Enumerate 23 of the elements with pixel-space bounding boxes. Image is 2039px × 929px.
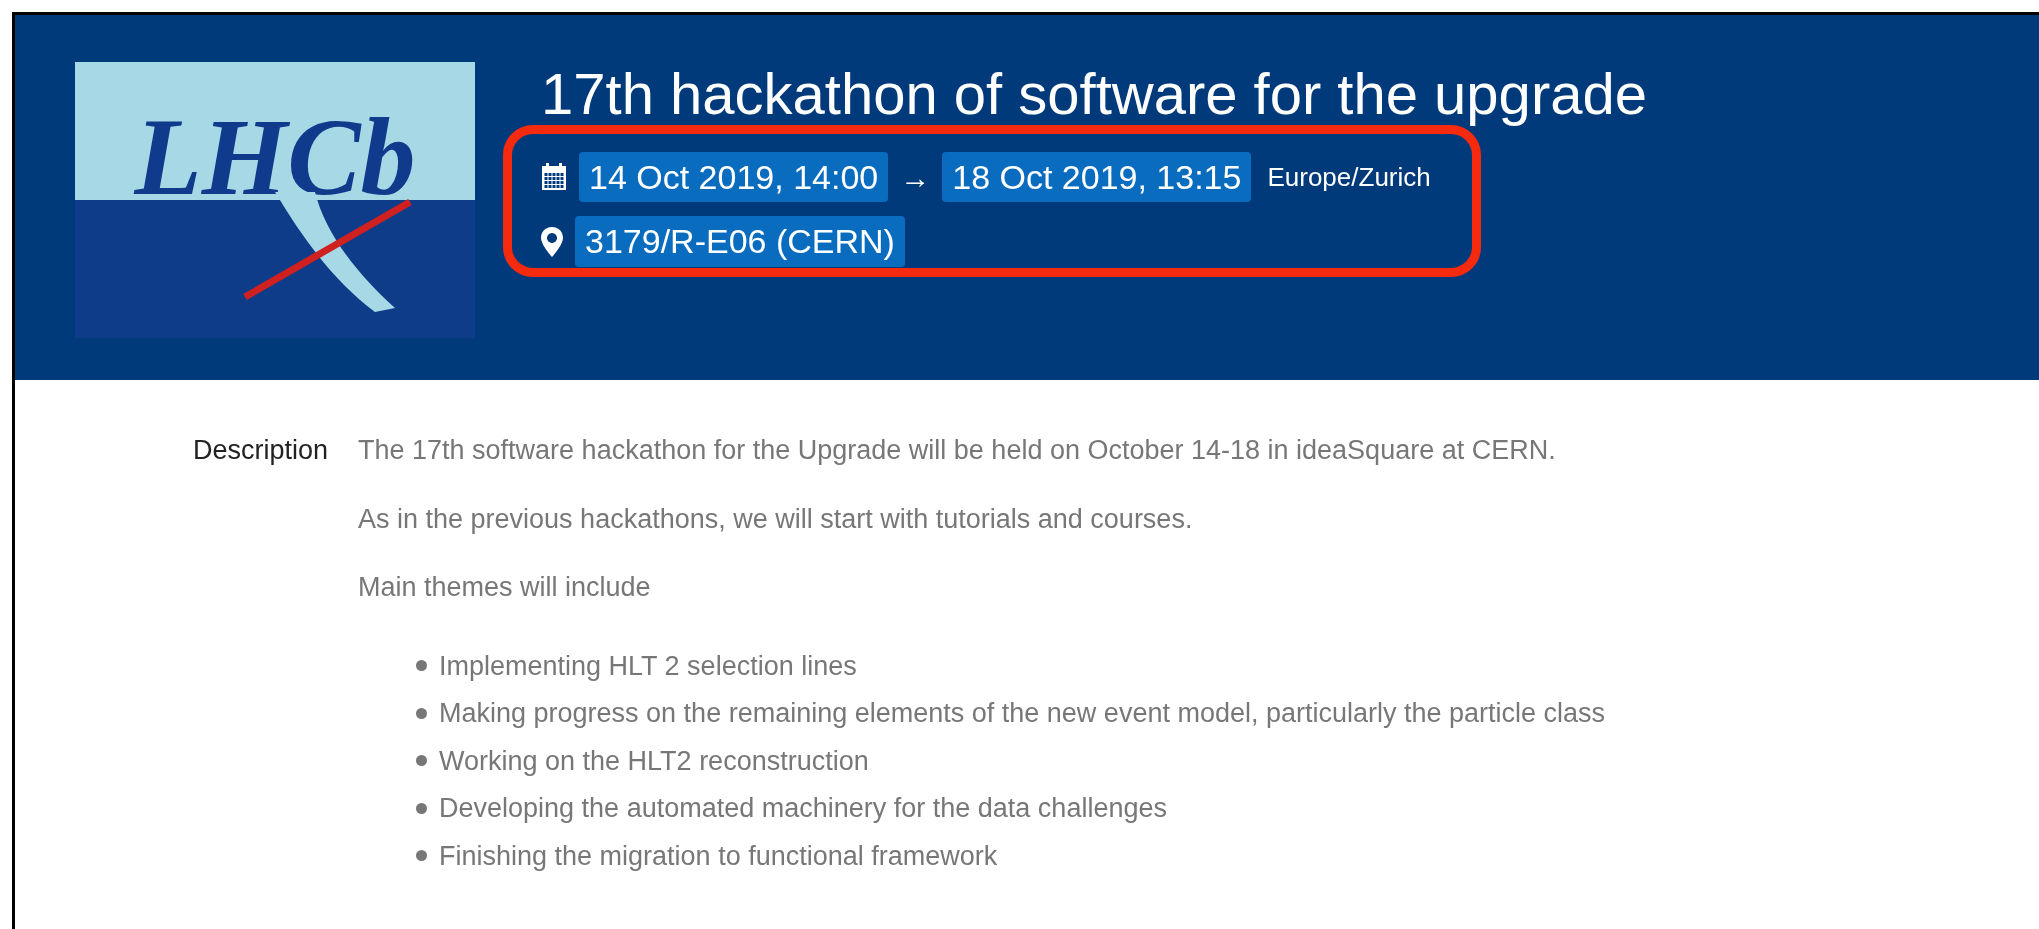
map-pin-icon — [541, 226, 563, 257]
timezone-text: Europe/Zurich — [1267, 160, 1431, 194]
end-date[interactable]: 18 Oct 2019, 13:15 — [942, 151, 1252, 203]
theme-item: Working on the HLT2 reconstruction — [439, 744, 869, 778]
logo: LHCb — [75, 62, 475, 338]
bullet-icon — [416, 755, 427, 767]
bullet-icon — [416, 850, 427, 862]
start-date[interactable]: 14 Oct 2019, 14:00 — [579, 151, 889, 203]
arrow-text: → — [900, 159, 931, 196]
theme-item: Making progress on the remaining elements of the new event model, particularly the particle class — [439, 697, 1606, 730]
theme-item: Implementing HLT 2 selection lines — [439, 649, 857, 683]
description-text: The 17th software hackathon for the Upgrade will be held on October 14-18 in ideaSquare at CERN. — [358, 434, 1557, 467]
description-text: As in the previous hackathons, we will start with tutorials and courses. — [358, 502, 1194, 536]
theme-item: Finishing the migration to functional framework — [439, 839, 998, 873]
bullet-icon — [416, 802, 427, 814]
bullet-icon — [416, 660, 427, 672]
theme-item: Developing the automated machinery for the data challenges — [439, 792, 1167, 825]
bullet-icon — [416, 707, 427, 719]
location-link[interactable]: 3179/R-E06 (CERN) — [575, 216, 905, 267]
calendar-icon — [541, 163, 567, 192]
description-label: Description — [191, 434, 329, 467]
event-title: 17th hackathon of software for the upgrade — [541, 62, 1647, 126]
description-text: Main themes will include — [358, 571, 652, 604]
